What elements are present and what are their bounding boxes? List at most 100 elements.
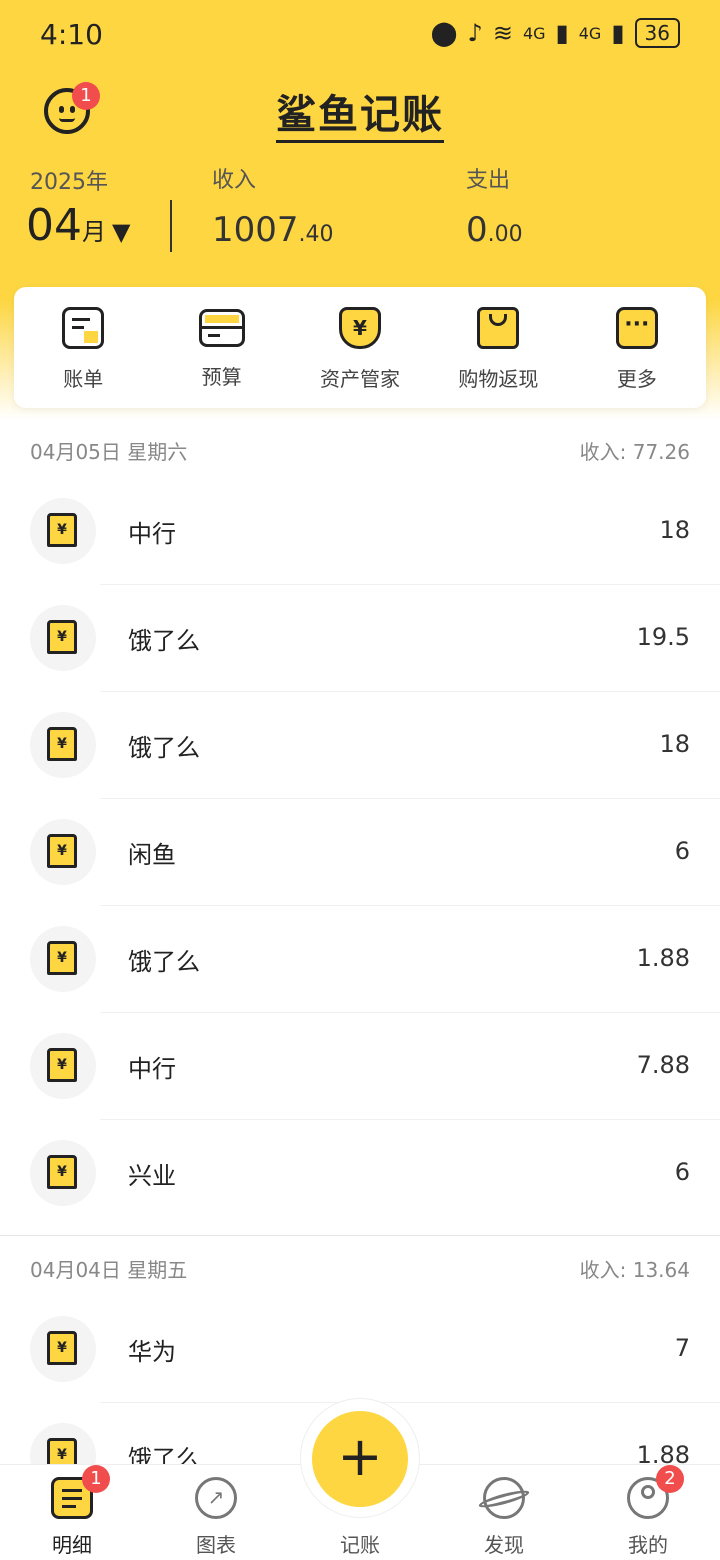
day-header: 04月05日 星期六 收入: 77.26 [0,420,720,480]
item-name: 闲鱼 [128,841,176,869]
day-date: 04月04日 星期五 [30,1258,188,1282]
app-title-text: 鲨鱼记账 [276,92,444,143]
tab-discover[interactable]: 发现 [444,1471,564,1558]
bill-icon [62,307,105,349]
item-amount: 7.88 [636,1051,690,1079]
list-item[interactable]: ¥ 中行 7.88 [0,1013,720,1120]
expense-value: 0.00 [466,210,523,250]
receipt-icon-bg: ¥ [30,926,96,992]
quick-assets[interactable]: ¥ 资产管家 [291,287,429,408]
receipt-yen-icon: ¥ [47,941,77,975]
receipt-icon-bg: ¥ [30,605,96,671]
list-item[interactable]: ¥ 闲鱼 6 [0,799,720,906]
tab-detail-badge: 1 [82,1465,110,1493]
signal-1-icon: ▮ [555,19,569,47]
shield-yen-icon: ¥ [339,307,382,349]
day-date: 04月05日 星期六 [30,440,188,464]
item-amount: 1.88 [636,944,690,972]
list-item[interactable]: ¥ 饿了么 18 [0,692,720,799]
year-label: 2025年 [30,170,108,195]
section-divider [0,1235,720,1236]
tab-charts[interactable]: ↗ 图表 [156,1471,276,1558]
month-selector[interactable]: 04月 ▼ [26,200,130,251]
month-unit: 月 [82,218,106,246]
item-amount: 18 [659,516,690,544]
tab-discover-label: 发现 [484,1533,524,1557]
receipt-yen-icon: ¥ [47,1048,77,1082]
mute-icon: ♪ [467,19,483,47]
expense-dec: .00 [487,222,523,247]
receipt-icon-bg: ¥ [30,712,96,778]
tab-record-label: 记账 [340,1533,380,1557]
tab-profile-badge: 2 [656,1465,684,1493]
quick-cashback-label: 购物返现 [458,367,539,391]
add-record-button[interactable]: + [312,1411,408,1507]
item-amount: 7 [674,1334,690,1362]
status-bar: 4:10 ⬤ ♪ ≋ 4G ▮ 4G ▮ 36 [0,0,720,70]
receipt-yen-icon: ¥ [47,620,77,654]
income-dec: .40 [298,222,334,247]
list-item[interactable]: ¥ 中行 18 [0,478,720,585]
trend-chart-icon: ↗ [195,1477,237,1519]
receipt-icon-bg: ¥ [30,819,96,885]
item-name: 饿了么 [128,734,200,762]
receipt-yen-icon: ¥ [47,727,77,761]
expense-label: 支出 [466,168,511,193]
tab-profile-label: 我的 [628,1533,668,1557]
quick-assets-label: 资产管家 [320,367,401,391]
tab-charts-label: 图表 [196,1533,236,1557]
summary-divider [170,200,172,252]
day-header: 04月04日 星期五 收入: 13.64 [0,1238,720,1298]
receipt-yen-icon: ¥ [47,513,77,547]
item-amount: 18 [659,730,690,758]
network-1-label: 4G [522,23,546,43]
month-value: 04 [26,200,82,251]
receipt-icon-bg: ¥ [30,498,96,564]
quick-more-label: 更多 [616,367,657,391]
quick-bill[interactable]: 账单 [14,287,152,408]
receipt-yen-icon: ¥ [47,1331,77,1365]
quick-cashback[interactable]: 购物返现 [429,287,567,408]
income-value: 1007.40 [212,210,334,250]
quick-budget[interactable]: 预算 [152,287,290,408]
income-int: 1007 [212,210,299,250]
quick-bill-label: 账单 [63,367,104,391]
receipt-yen-icon: ¥ [47,1155,77,1189]
day-income: 收入: 77.26 [579,440,690,464]
item-amount: 6 [674,837,690,865]
item-name: 华为 [128,1338,176,1366]
list-item[interactable]: ¥ 兴业 6 [0,1120,720,1227]
receipt-icon-bg: ¥ [30,1140,96,1206]
status-icons: ⬤ ♪ ≋ 4G ▮ 4G ▮ 36 [431,18,680,48]
receipt-yen-icon: ¥ [47,834,77,868]
tab-detail[interactable]: 明细 [12,1471,132,1558]
shopping-bag-icon [477,307,520,349]
signal-2-icon: ▮ [611,19,625,47]
item-name: 兴业 [128,1162,176,1190]
quick-actions-card: 账单 预算 ¥ 资产管家 购物返现 ··· 更多 [14,287,706,408]
wifi-icon: ≋ [492,19,513,47]
status-time: 4:10 [40,18,103,51]
wallet-icon [198,309,245,347]
item-name: 中行 [128,1055,176,1083]
app-title: 鲨鱼记账 [0,82,720,143]
item-name: 中行 [128,520,176,548]
month-summary: 2025年 04月 ▼ 收入 1007.40 支出 0.00 [0,160,720,260]
planet-icon [477,1477,531,1519]
item-name: 饿了么 [128,627,200,655]
list-item[interactable]: ¥ 饿了么 19.5 [0,585,720,692]
quick-more[interactable]: ··· 更多 [568,287,706,408]
income-label: 收入 [212,168,257,193]
expense-int: 0 [466,210,488,250]
list-item[interactable]: ¥ 华为 7 [0,1296,720,1403]
item-amount: 6 [674,1158,690,1186]
day-income: 收入: 13.64 [579,1258,690,1282]
item-amount: 19.5 [636,623,690,651]
network-2-label: 4G [578,23,602,43]
tab-profile[interactable]: 我的 [588,1471,708,1558]
list-item[interactable]: ¥ 饿了么 1.88 [0,906,720,1013]
receipt-icon-bg: ¥ [30,1316,96,1382]
battery-icon: 36 [634,18,680,48]
caret-down-icon: ▼ [112,218,131,246]
tab-detail-label: 明细 [52,1533,92,1557]
